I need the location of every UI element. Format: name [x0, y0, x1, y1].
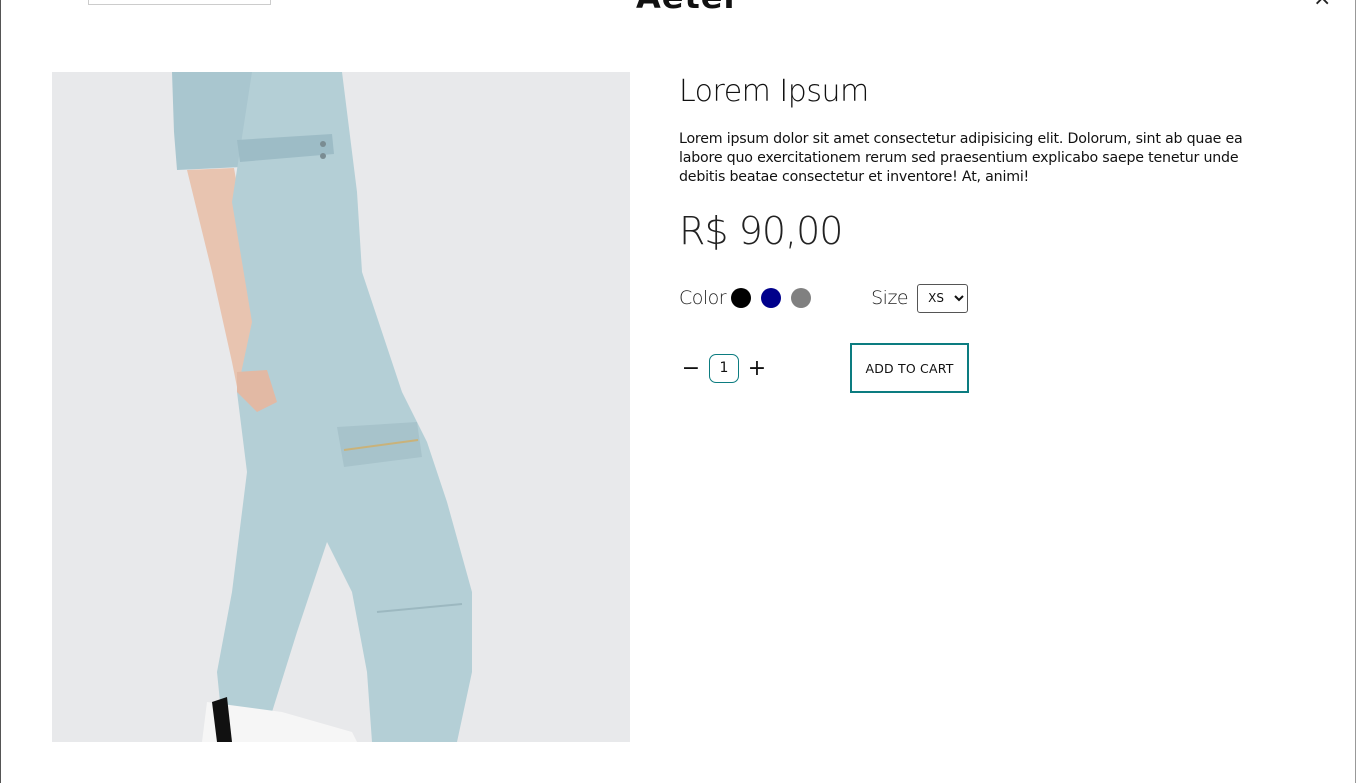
- color-swatch-gray[interactable]: [791, 288, 812, 308]
- add-to-cart-button[interactable]: ADD TO CART: [850, 343, 969, 393]
- product-title: Lorem Ipsum: [679, 74, 869, 109]
- color-swatch-black[interactable]: [731, 288, 752, 308]
- color-label: Color: [679, 287, 727, 309]
- size-group: Size XS: [871, 283, 969, 313]
- product-price: R$ 90,00: [679, 209, 843, 253]
- decrease-quantity-button[interactable]: −: [679, 356, 703, 381]
- product-details: Lorem Ipsum Lorem ipsum dolor sit amet c…: [679, 72, 1279, 393]
- product-modal: Lorem Ipsum Lorem ipsum dolor sit amet c…: [0, 0, 1356, 783]
- increase-quantity-button[interactable]: +: [745, 356, 769, 381]
- options-row: Color Size XS: [679, 283, 1279, 313]
- quantity-input[interactable]: 1: [709, 353, 739, 383]
- size-label: Size: [871, 287, 909, 309]
- color-swatch-navy[interactable]: [761, 288, 782, 308]
- product-image: [52, 72, 630, 742]
- product-description: Lorem ipsum dolor sit amet consectetur a…: [679, 131, 1243, 185]
- color-swatches: [731, 288, 812, 308]
- cart-row: − 1 + ADD TO CART: [679, 343, 1279, 393]
- size-select[interactable]: XS: [917, 283, 969, 313]
